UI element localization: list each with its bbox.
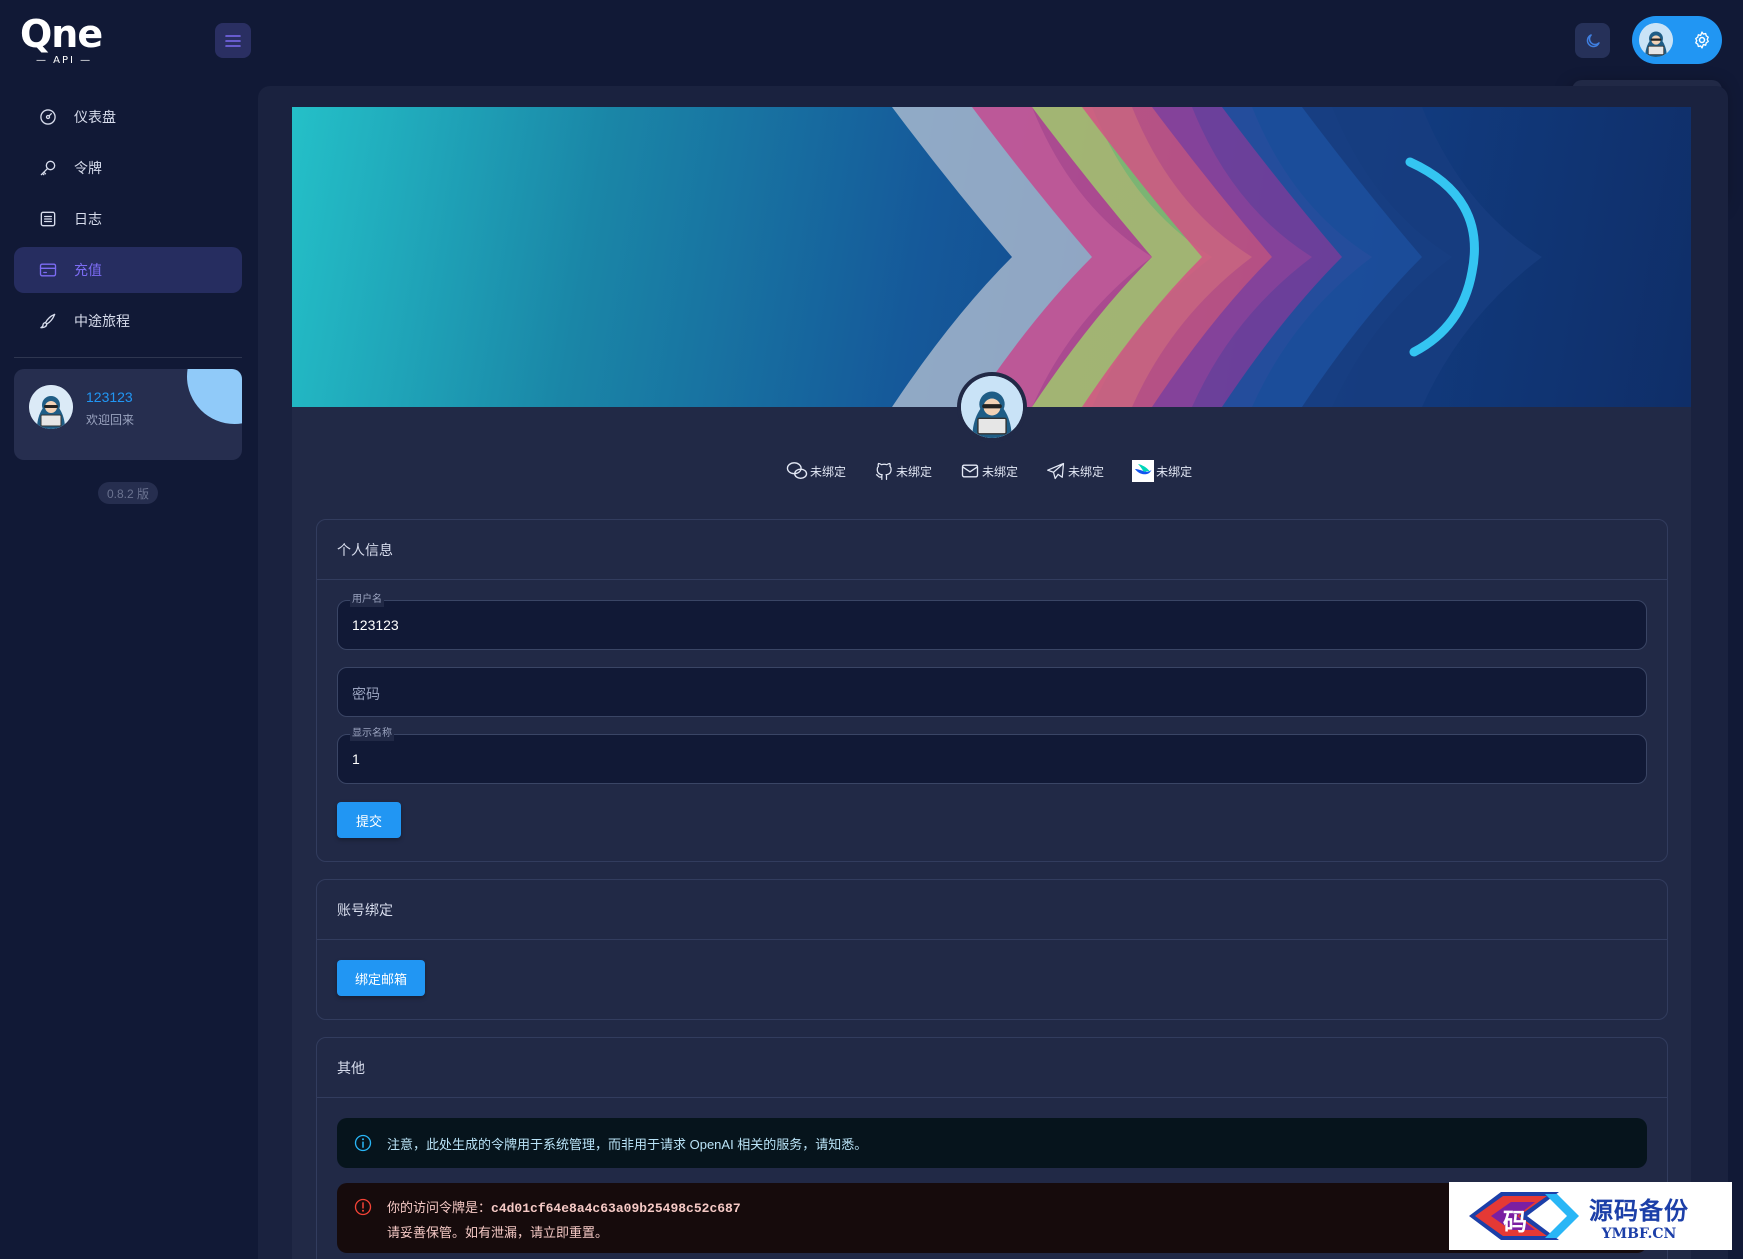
profile-avatar[interactable] — [957, 372, 1027, 442]
card-title: 个人信息 — [317, 520, 1667, 580]
moon-icon — [1586, 33, 1600, 47]
card-title: 账号绑定 — [317, 880, 1667, 940]
user-card[interactable]: 123123 欢迎回来 — [14, 369, 242, 460]
account-binding-card: 账号绑定 绑定邮箱 — [316, 879, 1668, 1020]
github-icon — [875, 462, 892, 480]
card-decoration — [187, 369, 242, 424]
field-label: 显示名称 — [350, 727, 394, 741]
info-text: 注意，此处生成的令牌用于系统管理，而非用于请求 OpenAI 相关的服务，请知悉… — [387, 1136, 868, 1152]
access-token[interactable]: c4d01cf64e8a4c63a09b25498c52c687 — [491, 1201, 741, 1216]
logo-sub-text: — API — — [36, 55, 93, 66]
version-badge: 0.8.2 版 — [98, 482, 158, 504]
info-alert: 注意，此处生成的令牌用于系统管理，而非用于请求 OpenAI 相关的服务，请知悉… — [337, 1118, 1647, 1168]
sidebar: 仪表盘 令牌 日志 充值 中途旅程 123123 欢迎回来 0.8.2 版 — [0, 80, 258, 1259]
brush-icon — [40, 313, 56, 329]
watermark-en: YMBF.CN — [1601, 1225, 1677, 1242]
avatar — [1639, 23, 1673, 57]
token-line: 你的访问令牌是：c4d01cf64e8a4c63a09b25498c52c687 — [387, 1197, 741, 1216]
sidebar-item-label: 日志 — [74, 211, 102, 227]
binding-label: 未绑定 — [1156, 464, 1193, 479]
dashboard-icon — [40, 109, 56, 125]
profile-menu-button[interactable] — [1632, 16, 1722, 64]
field-value: 123123 — [352, 617, 399, 633]
wechat-icon — [786, 462, 808, 479]
mail-icon — [961, 464, 979, 478]
profile-banner — [292, 107, 1691, 407]
banner-art — [892, 107, 1542, 407]
watermark-cn: 源码备份 — [1589, 1195, 1689, 1225]
sidebar-item-midjourney[interactable]: 中途旅程 — [14, 298, 242, 344]
watermark-logo-char: 码 — [1503, 1207, 1527, 1236]
binding-label: 未绑定 — [982, 464, 1019, 479]
credit-card-icon — [39, 263, 57, 277]
error-icon — [354, 1198, 372, 1216]
lark-binding[interactable]: 未绑定 — [1132, 460, 1192, 482]
sidebar-item-dashboard[interactable]: 仪表盘 — [14, 94, 242, 140]
sidebar-item-logs[interactable]: 日志 — [14, 196, 242, 242]
field-label: 用户名 — [350, 593, 384, 607]
card-title: 其他 — [317, 1038, 1667, 1098]
logo-main-text: Qne — [20, 12, 103, 56]
sidebar-item-label: 令牌 — [74, 160, 102, 176]
sidebar-item-label: 中途旅程 — [74, 313, 130, 329]
token-prefix: 你的访问令牌是： — [387, 1200, 492, 1215]
theme-toggle-button[interactable] — [1575, 23, 1610, 58]
welcome-text: 欢迎回来 — [86, 413, 135, 427]
wechat-binding[interactable]: 未绑定 — [786, 460, 846, 482]
github-binding[interactable]: 未绑定 — [874, 460, 932, 482]
field-value: 1 — [352, 751, 360, 767]
telegram-icon — [1047, 462, 1065, 480]
personal-info-card: 个人信息 用户名 123123 密码 显示名称 1 提交 — [316, 519, 1668, 862]
app-logo[interactable]: Qne — API — — [20, 14, 110, 70]
binding-status-row: 未绑定 未绑定 未绑定 未绑定 未绑定 — [786, 460, 1192, 482]
info-icon — [354, 1134, 372, 1152]
binding-label: 未绑定 — [896, 464, 933, 479]
binding-label: 未绑定 — [810, 464, 847, 479]
menu-toggle-button[interactable] — [215, 23, 251, 58]
sidebar-divider — [14, 357, 242, 358]
sidebar-item-tokens[interactable]: 令牌 — [14, 145, 242, 191]
watermark-logo: 码 — [1461, 1188, 1579, 1244]
lark-icon — [1132, 460, 1155, 482]
display-name-field[interactable]: 显示名称 1 — [337, 727, 1647, 784]
email-binding[interactable]: 未绑定 — [960, 460, 1018, 482]
key-icon — [40, 160, 56, 176]
gear-icon — [1695, 31, 1709, 49]
field-placeholder: 密码 — [352, 686, 380, 702]
avatar — [29, 385, 73, 429]
menu-icon — [225, 34, 241, 47]
watermark-text: 源码备份 YMBF.CN — [1589, 1191, 1689, 1242]
submit-button[interactable]: 提交 — [337, 802, 401, 838]
username-field[interactable]: 用户名 123123 — [337, 593, 1647, 650]
sidebar-item-label: 仪表盘 — [74, 109, 116, 125]
watermark: 码 源码备份 YMBF.CN — [1449, 1182, 1732, 1250]
sidebar-item-label: 充值 — [74, 262, 102, 278]
bind-email-button[interactable]: 绑定邮箱 — [337, 960, 425, 996]
token-warning: 请妥善保管。如有泄漏，请立即重置。 — [387, 1225, 609, 1240]
list-icon — [40, 211, 56, 227]
binding-label: 未绑定 — [1068, 464, 1105, 479]
telegram-binding[interactable]: 未绑定 — [1046, 460, 1104, 482]
password-field[interactable]: 密码 — [337, 667, 1647, 717]
user-name: 123123 — [86, 389, 133, 405]
sidebar-item-recharge[interactable]: 充值 — [14, 247, 242, 293]
